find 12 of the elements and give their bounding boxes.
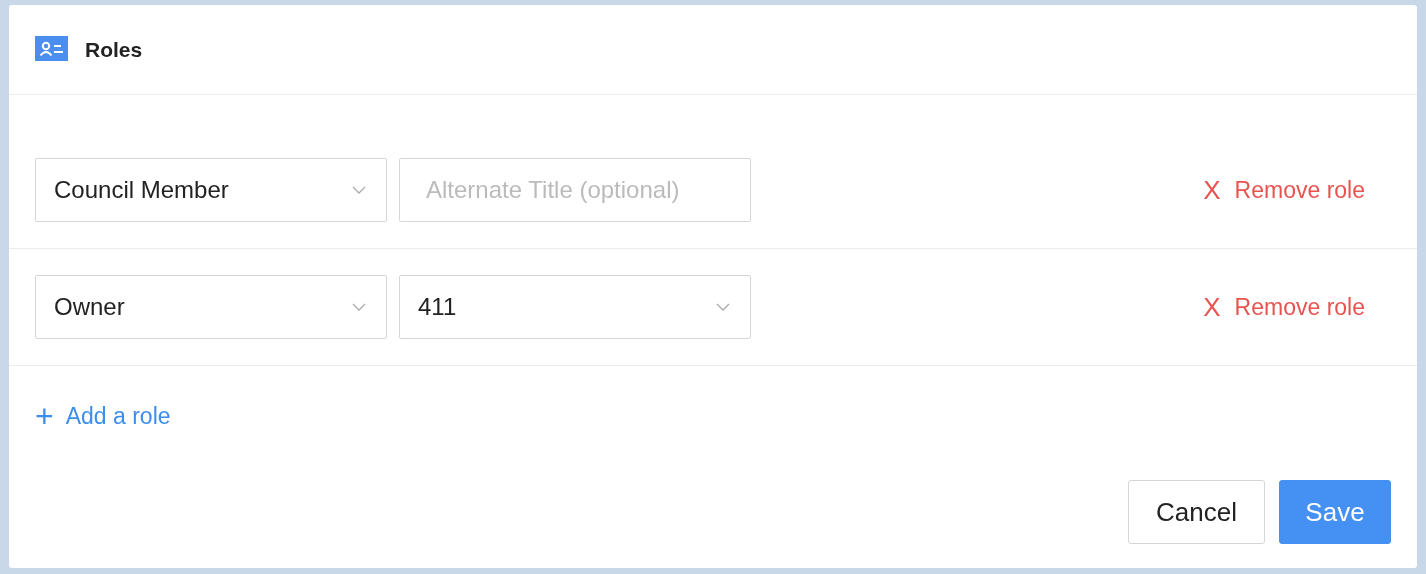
- cancel-button[interactable]: Cancel: [1128, 480, 1265, 544]
- dialog-title: Roles: [85, 37, 143, 62]
- role-dropdown[interactable]: Owner: [35, 275, 387, 339]
- chevron-down-icon: [716, 303, 730, 311]
- contact-card-icon: [35, 36, 68, 61]
- value-dropdown[interactable]: 411: [399, 275, 751, 339]
- role-dropdown[interactable]: Council Member: [35, 158, 387, 222]
- remove-role-link[interactable]: X Remove role: [1203, 291, 1365, 323]
- title-input[interactable]: Alternate Title (optional): [399, 158, 751, 222]
- chevron-down-icon: [352, 303, 366, 311]
- chevron-down-icon: [352, 186, 366, 194]
- remove-role-link[interactable]: X Remove role: [1203, 174, 1365, 206]
